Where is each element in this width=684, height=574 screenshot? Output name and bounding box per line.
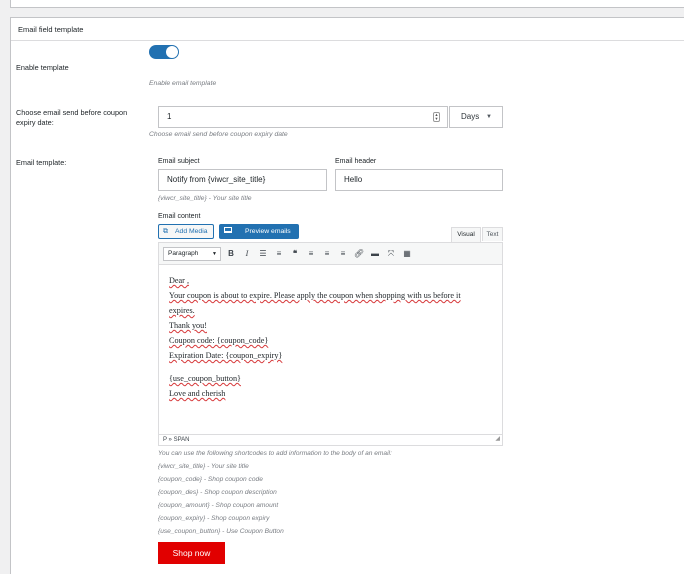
shortcode-item: {coupon_des} - Shop coupon description	[158, 489, 277, 496]
send-before-value: 1	[167, 112, 172, 121]
fullscreen-icon[interactable]: ⤧	[385, 248, 397, 260]
email-subject-label: Email subject	[158, 158, 200, 165]
format-value: Paragraph	[168, 250, 199, 257]
content-line: Your coupon is about to expire. Please a…	[169, 291, 461, 300]
chevron-down-icon: ▼	[486, 114, 492, 120]
send-before-input[interactable]: 1 ▲ ▼	[158, 106, 448, 128]
align-left-icon[interactable]: ≡	[305, 248, 317, 260]
shortcode-item: {viwcr_site_title} - Your site title	[158, 463, 249, 470]
monitor-icon	[224, 227, 232, 233]
tab-visual[interactable]: Visual	[451, 227, 481, 242]
content-line: Coupon code: {coupon_code}	[169, 336, 269, 345]
content-line: {use_coupon_button}	[169, 374, 241, 383]
number-spinner-icon[interactable]: ▲ ▼	[433, 112, 440, 122]
content-line: Thank you!	[169, 321, 207, 330]
quote-icon[interactable]: ❝	[289, 248, 301, 260]
email-content-label: Email content	[158, 213, 201, 220]
subject-hint: {viwcr_site_title} - Your site title	[158, 195, 252, 202]
content-line: Love and cherish	[169, 389, 226, 398]
bold-icon[interactable]: B	[225, 248, 237, 260]
format-select[interactable]: Paragraph ▼	[163, 247, 221, 261]
align-center-icon[interactable]: ≡	[321, 248, 333, 260]
shortcodes-intro: You can use the following shortcodes to …	[158, 450, 392, 457]
editor-statusbar: P » SPAN ◢	[159, 434, 502, 445]
align-right-icon[interactable]: ≡	[337, 248, 349, 260]
tab-text[interactable]: Text	[482, 227, 503, 241]
preview-emails-button[interactable]: Preview emails	[219, 224, 299, 239]
toggle-knob	[166, 46, 178, 58]
shop-now-button[interactable]: Shop now	[158, 542, 225, 564]
send-before-label: Choose email send before coupon expiry d…	[16, 108, 128, 127]
enable-template-description: Enable email template	[149, 80, 217, 87]
content-line: expires.	[169, 306, 195, 315]
horizontal-rule-icon[interactable]: ▬	[369, 248, 381, 260]
numbered-list-icon[interactable]: ≡	[273, 248, 285, 260]
resize-handle-icon[interactable]: ◢	[495, 434, 500, 444]
chevron-down-icon: ▼	[212, 251, 217, 257]
unit-value: Days	[461, 112, 480, 121]
add-media-label: Add Media	[175, 228, 208, 235]
email-content-editor[interactable]: Paragraph ▼ B I ☰ ≡ ❝ ≡ ≡ ≡ 🔗︎ ▬ ⤧ ▦ Dea…	[158, 242, 503, 446]
editor-toolbar: Paragraph ▼ B I ☰ ≡ ❝ ≡ ≡ ≡ 🔗︎ ▬ ⤧ ▦	[159, 243, 502, 265]
enable-template-label: Enable template	[16, 63, 69, 72]
bullet-list-icon[interactable]: ☰	[257, 248, 269, 260]
send-before-unit-select[interactable]: Days ▼	[449, 106, 503, 128]
add-media-button[interactable]: ⧉ Add Media	[158, 224, 214, 239]
media-icon: ⧉	[163, 228, 168, 235]
shortcode-item: {coupon_code} - Shop coupon code	[158, 476, 263, 483]
send-before-description: Choose email send before coupon expiry d…	[149, 131, 288, 138]
section-title: Email field template	[11, 18, 684, 41]
enable-template-toggle[interactable]	[149, 45, 179, 59]
shortcode-item: {use_coupon_button} - Use Coupon Button	[158, 528, 284, 535]
link-icon[interactable]: 🔗︎	[353, 248, 365, 260]
shortcode-item: {coupon_expiry} - Shop coupon expiry	[158, 515, 270, 522]
italic-icon[interactable]: I	[241, 248, 253, 260]
content-line: Dear ,	[169, 276, 190, 285]
email-tab[interactable]: Email 1	[10, 0, 684, 8]
shortcode-item: {coupon_amount} - Shop coupon amount	[158, 502, 279, 509]
content-line: Expiration Date: {coupon_expiry}	[169, 351, 283, 360]
email-header-input[interactable]: Hello	[335, 169, 503, 191]
preview-label: Preview emails	[245, 228, 291, 235]
email-template-label: Email template:	[16, 158, 67, 167]
email-header-label: Email header	[335, 158, 377, 165]
element-path: P » SPAN	[163, 437, 190, 443]
editor-body[interactable]: Dear , Your coupon is about to expire. P…	[169, 273, 499, 401]
toolbar-toggle-icon[interactable]: ▦	[401, 248, 413, 260]
email-subject-input[interactable]: Notify from {viwcr_site_title}	[158, 169, 327, 191]
